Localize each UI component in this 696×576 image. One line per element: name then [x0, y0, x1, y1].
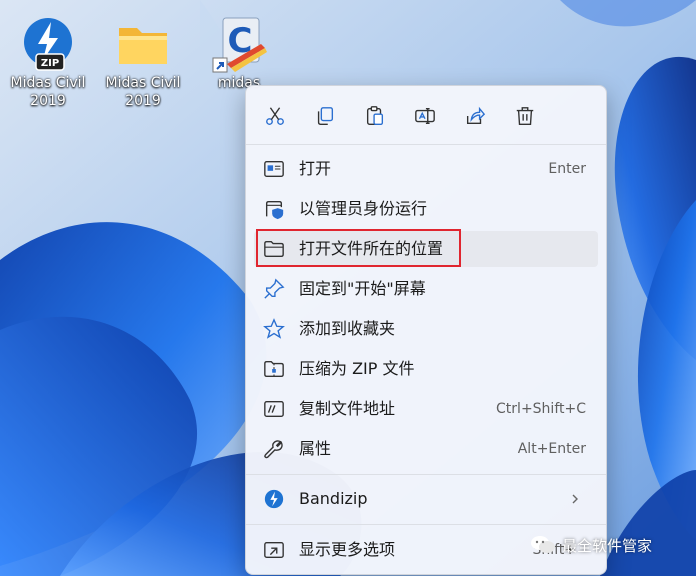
menu-item-pin-to-start[interactable]: 固定到"开始"屏幕 — [254, 271, 598, 307]
rename-icon — [415, 107, 435, 125]
menu-item-open[interactable]: 打开 Enter — [254, 151, 598, 187]
annotation-highlight-box — [256, 229, 461, 267]
context-menu: 打开 Enter 以管理员身份运行 打开文件所在的位置 固定到"开始"屏幕 添加… — [245, 85, 607, 575]
pin-icon — [263, 278, 285, 300]
paste-icon — [366, 106, 384, 125]
rename-button[interactable] — [410, 101, 440, 131]
desktop-icon-midas-zip[interactable]: ZIP Midas Civil 2019 — [2, 14, 94, 124]
desktop-icon-label: Midas Civil 2019 — [10, 75, 86, 109]
wrench-icon — [263, 438, 285, 460]
bandizip-icon — [263, 488, 285, 510]
menu-item-properties[interactable]: 属性 Alt+Enter — [254, 431, 598, 467]
star-icon — [263, 318, 285, 340]
menu-item-label: Bandizip — [299, 489, 368, 508]
menu-item-compress-zip[interactable]: 压缩为 ZIP 文件 — [254, 351, 598, 387]
scissors-icon — [266, 107, 284, 125]
copy-button[interactable] — [310, 101, 340, 131]
cut-button[interactable] — [260, 101, 290, 131]
zip-badge-text: ZIP — [41, 58, 59, 69]
delete-button[interactable] — [510, 101, 540, 131]
bandizip-zip-icon: ZIP — [18, 14, 78, 74]
copy-path-icon — [263, 398, 285, 420]
menu-separator — [246, 144, 606, 145]
menu-item-copy-path[interactable]: 复制文件地址 Ctrl+Shift+C — [254, 391, 598, 427]
folder-icon — [113, 14, 173, 74]
watermark-text: 最全软件管家 — [562, 536, 653, 555]
menu-item-run-as-admin[interactable]: 以管理员身份运行 — [254, 191, 598, 227]
trash-icon — [516, 107, 534, 125]
menu-item-shortcut: Enter — [548, 161, 586, 177]
open-window-icon — [263, 158, 285, 180]
shield-window-icon — [263, 198, 285, 220]
menu-item-label: 属性 — [299, 439, 332, 458]
midas-civil-shortcut-icon: C — [209, 14, 269, 74]
copy-icon — [317, 107, 334, 125]
menu-item-label: 打开 — [299, 159, 332, 178]
desktop-icon-label: Midas Civil 2019 — [105, 75, 181, 109]
menu-separator — [246, 524, 606, 525]
zip-folder-icon — [263, 358, 285, 380]
menu-item-label: 压缩为 ZIP 文件 — [299, 359, 415, 378]
wechat-icon — [531, 536, 555, 553]
menu-item-add-to-favorites[interactable]: 添加到收藏夹 — [254, 311, 598, 347]
paste-button[interactable] — [360, 101, 390, 131]
menu-item-label: 复制文件地址 — [299, 399, 396, 418]
chevron-right-icon — [572, 494, 578, 504]
menu-item-bandizip[interactable]: Bandizip — [254, 481, 598, 517]
desktop-icon-midas-folder[interactable]: Midas Civil 2019 — [97, 14, 189, 124]
context-menu-toolbar — [246, 86, 606, 144]
share-button[interactable] — [460, 101, 490, 131]
more-options-icon — [263, 539, 285, 561]
menu-item-shortcut: Alt+Enter — [517, 441, 586, 457]
menu-item-label: 添加到收藏夹 — [299, 319, 396, 338]
menu-item-label: 固定到"开始"屏幕 — [299, 279, 426, 298]
menu-separator — [246, 474, 606, 475]
menu-item-shortcut: Ctrl+Shift+C — [496, 401, 586, 417]
menu-item-label: 显示更多选项 — [299, 540, 396, 559]
menu-item-label: 以管理员身份运行 — [299, 199, 428, 218]
share-icon — [466, 106, 486, 125]
watermark: 最全软件管家 — [530, 530, 690, 560]
